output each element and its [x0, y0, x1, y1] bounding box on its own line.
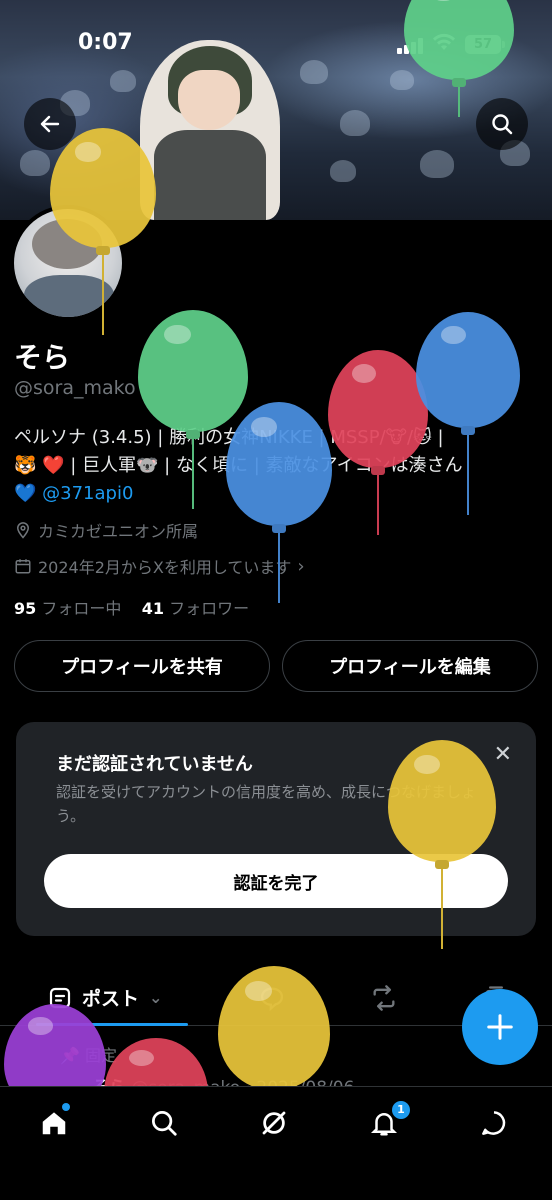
grok-icon: [262, 1111, 286, 1135]
post-list-icon: [49, 987, 71, 1008]
home-unread-dot: [62, 1103, 70, 1111]
status-time: 0:07: [78, 30, 133, 55]
battery-indicator: 57: [465, 35, 505, 54]
profile-bio: ペルソナ (3.4.5) | 勝利の女神NIKKE | MSSP/🐮/🐱 | 🐯…: [14, 424, 534, 508]
affiliation-text: カミカゼユニオン所属: [38, 522, 199, 541]
verification-title: まだ認証されていません: [56, 754, 253, 775]
joined-text: 2024年2月からXを利用しています: [38, 558, 292, 577]
chevron-down-icon: ⌄: [149, 988, 163, 1007]
tab-posts-label: ポスト: [82, 988, 140, 1010]
close-icon[interactable]: ✕: [494, 742, 512, 767]
verification-description: 認証を受けてアカウントの信用度を高め、成長につなげましょう。: [56, 783, 477, 825]
location-pin-icon: [16, 522, 30, 539]
following-count: 95: [14, 599, 37, 618]
tab-replies[interactable]: [258, 984, 286, 1018]
reply-bubble-icon: [260, 987, 284, 1012]
nav-search[interactable]: [144, 1103, 184, 1143]
back-arrow-icon: [40, 115, 60, 133]
nav-notifications[interactable]: 1: [364, 1101, 410, 1143]
repost-icon: [373, 985, 395, 1011]
home-icon: [42, 1112, 66, 1135]
nav-grok[interactable]: [254, 1103, 294, 1143]
tab-reposts[interactable]: [368, 984, 400, 1018]
joined-row[interactable]: 2024年2月からXを利用しています ›: [14, 554, 305, 578]
banner-character-cutout: [140, 40, 280, 220]
avatar[interactable]: [10, 205, 126, 321]
tab-posts[interactable]: ポスト ⌄: [48, 984, 162, 1011]
cellular-signal-icon: [397, 38, 423, 54]
followers-label: フォロワー: [169, 599, 250, 618]
compose-post-button[interactable]: [462, 989, 538, 1065]
back-button[interactable]: [24, 98, 76, 150]
bio-mention-link[interactable]: @371api0: [42, 483, 133, 504]
notifications-badge: 1: [392, 1101, 410, 1119]
message-bubble-icon: [482, 1111, 506, 1135]
bio-line: 💙 @371api0: [14, 480, 534, 508]
profile-name: そら: [14, 341, 71, 374]
search-icon: [492, 114, 513, 135]
chevron-right-icon: ›: [297, 555, 305, 577]
following-link[interactable]: 95 フォロー中: [14, 599, 121, 618]
nav-messages[interactable]: [474, 1103, 514, 1143]
followers-link[interactable]: 41 フォロワー: [142, 599, 249, 618]
nav-home[interactable]: [34, 1103, 74, 1143]
affiliation-row: カミカゼユニオン所属: [14, 518, 198, 542]
verification-card: まだ認証されていません 認証を受けてアカウントの信用度を高め、成長につなげましょ…: [16, 722, 536, 936]
profile-handle: @sora_mako: [14, 377, 136, 399]
calendar-icon: [15, 559, 31, 574]
follow-stats: 95 フォロー中 41 フォロワー: [14, 595, 249, 619]
search-icon: [152, 1111, 177, 1136]
blue-heart-emoji: 💙: [14, 483, 37, 504]
bio-line: ペルソナ (3.4.5) | 勝利の女神NIKKE | MSSP/🐮/🐱 |: [14, 427, 444, 448]
followers-count: 41: [141, 599, 164, 618]
bio-line: 🐯 ❤️ | 巨人軍🐨 | なく頃に | 素敵なアイコンは湊さん: [14, 455, 463, 476]
active-tab-indicator: [36, 1023, 188, 1026]
search-button[interactable]: [476, 98, 528, 150]
following-label: フォロー中: [41, 599, 122, 618]
edit-profile-button[interactable]: プロフィールを編集: [282, 640, 538, 692]
share-profile-button[interactable]: プロフィールを共有: [14, 640, 270, 692]
complete-verification-button[interactable]: 認証を完了: [44, 854, 508, 908]
bottom-navigation: 1: [0, 1086, 552, 1200]
wifi-icon: [432, 32, 456, 57]
pinned-label: 📌 固定: [60, 1046, 118, 1065]
status-bar: 0:07 57: [0, 30, 552, 62]
plus-icon: [487, 1014, 513, 1040]
